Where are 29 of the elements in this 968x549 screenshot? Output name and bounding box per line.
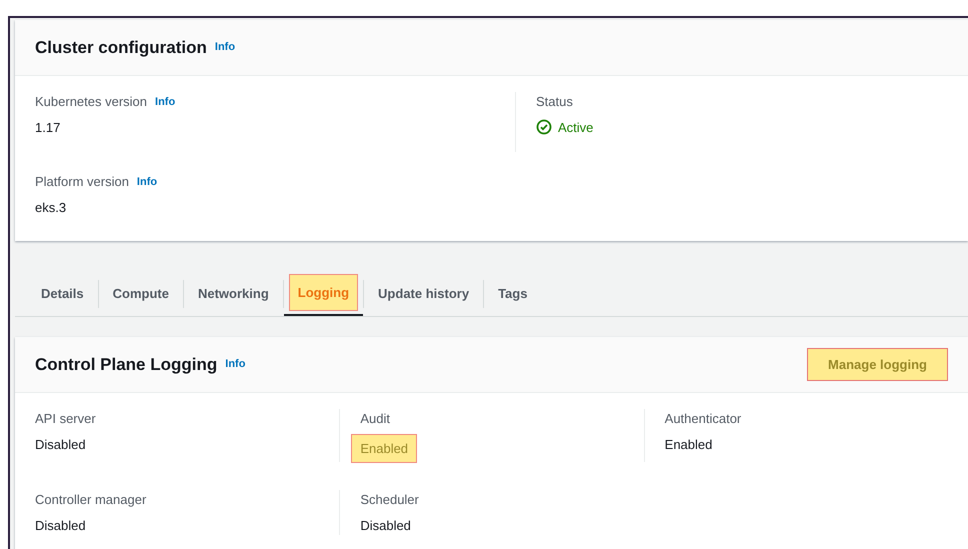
info-link[interactable]: Info: [214, 39, 236, 56]
field-value: Disabled: [35, 436, 86, 454]
check-circle-icon: [536, 119, 552, 136]
field-label: Authenticator: [664, 410, 742, 428]
field-label: Controller manager: [35, 491, 146, 509]
field-label: Audit: [360, 410, 390, 428]
field-value: 1.17: [35, 118, 62, 136]
info-link[interactable]: Info: [225, 356, 246, 373]
card-title: Cluster configuration: [35, 36, 207, 59]
manage-logging-button[interactable]: Manage logging: [807, 348, 948, 382]
field-label: Platform version: [35, 173, 129, 191]
info-link[interactable]: Info: [155, 94, 176, 110]
tab[interactable]: Update history: [370, 276, 478, 312]
field-value: Disabled: [360, 516, 411, 534]
field-value: Enabled: [664, 436, 712, 454]
status-value: Active: [558, 118, 594, 136]
tab[interactable]: Tags: [490, 276, 536, 312]
field-label: Scheduler: [360, 491, 419, 509]
info-link[interactable]: Info: [136, 174, 158, 190]
field-value: Disabled: [35, 516, 86, 534]
tab[interactable]: Details: [33, 276, 92, 312]
field-value: eks.3: [35, 198, 68, 216]
field-label: Kubernetes version: [35, 93, 148, 111]
field-value: Enabled: [352, 434, 416, 462]
tab[interactable]: Networking: [190, 276, 277, 312]
field-label: API server: [35, 410, 96, 428]
card-title: Control Plane Logging: [35, 354, 218, 376]
field-label: Status: [536, 93, 573, 111]
tab[interactable]: Compute: [104, 276, 177, 312]
